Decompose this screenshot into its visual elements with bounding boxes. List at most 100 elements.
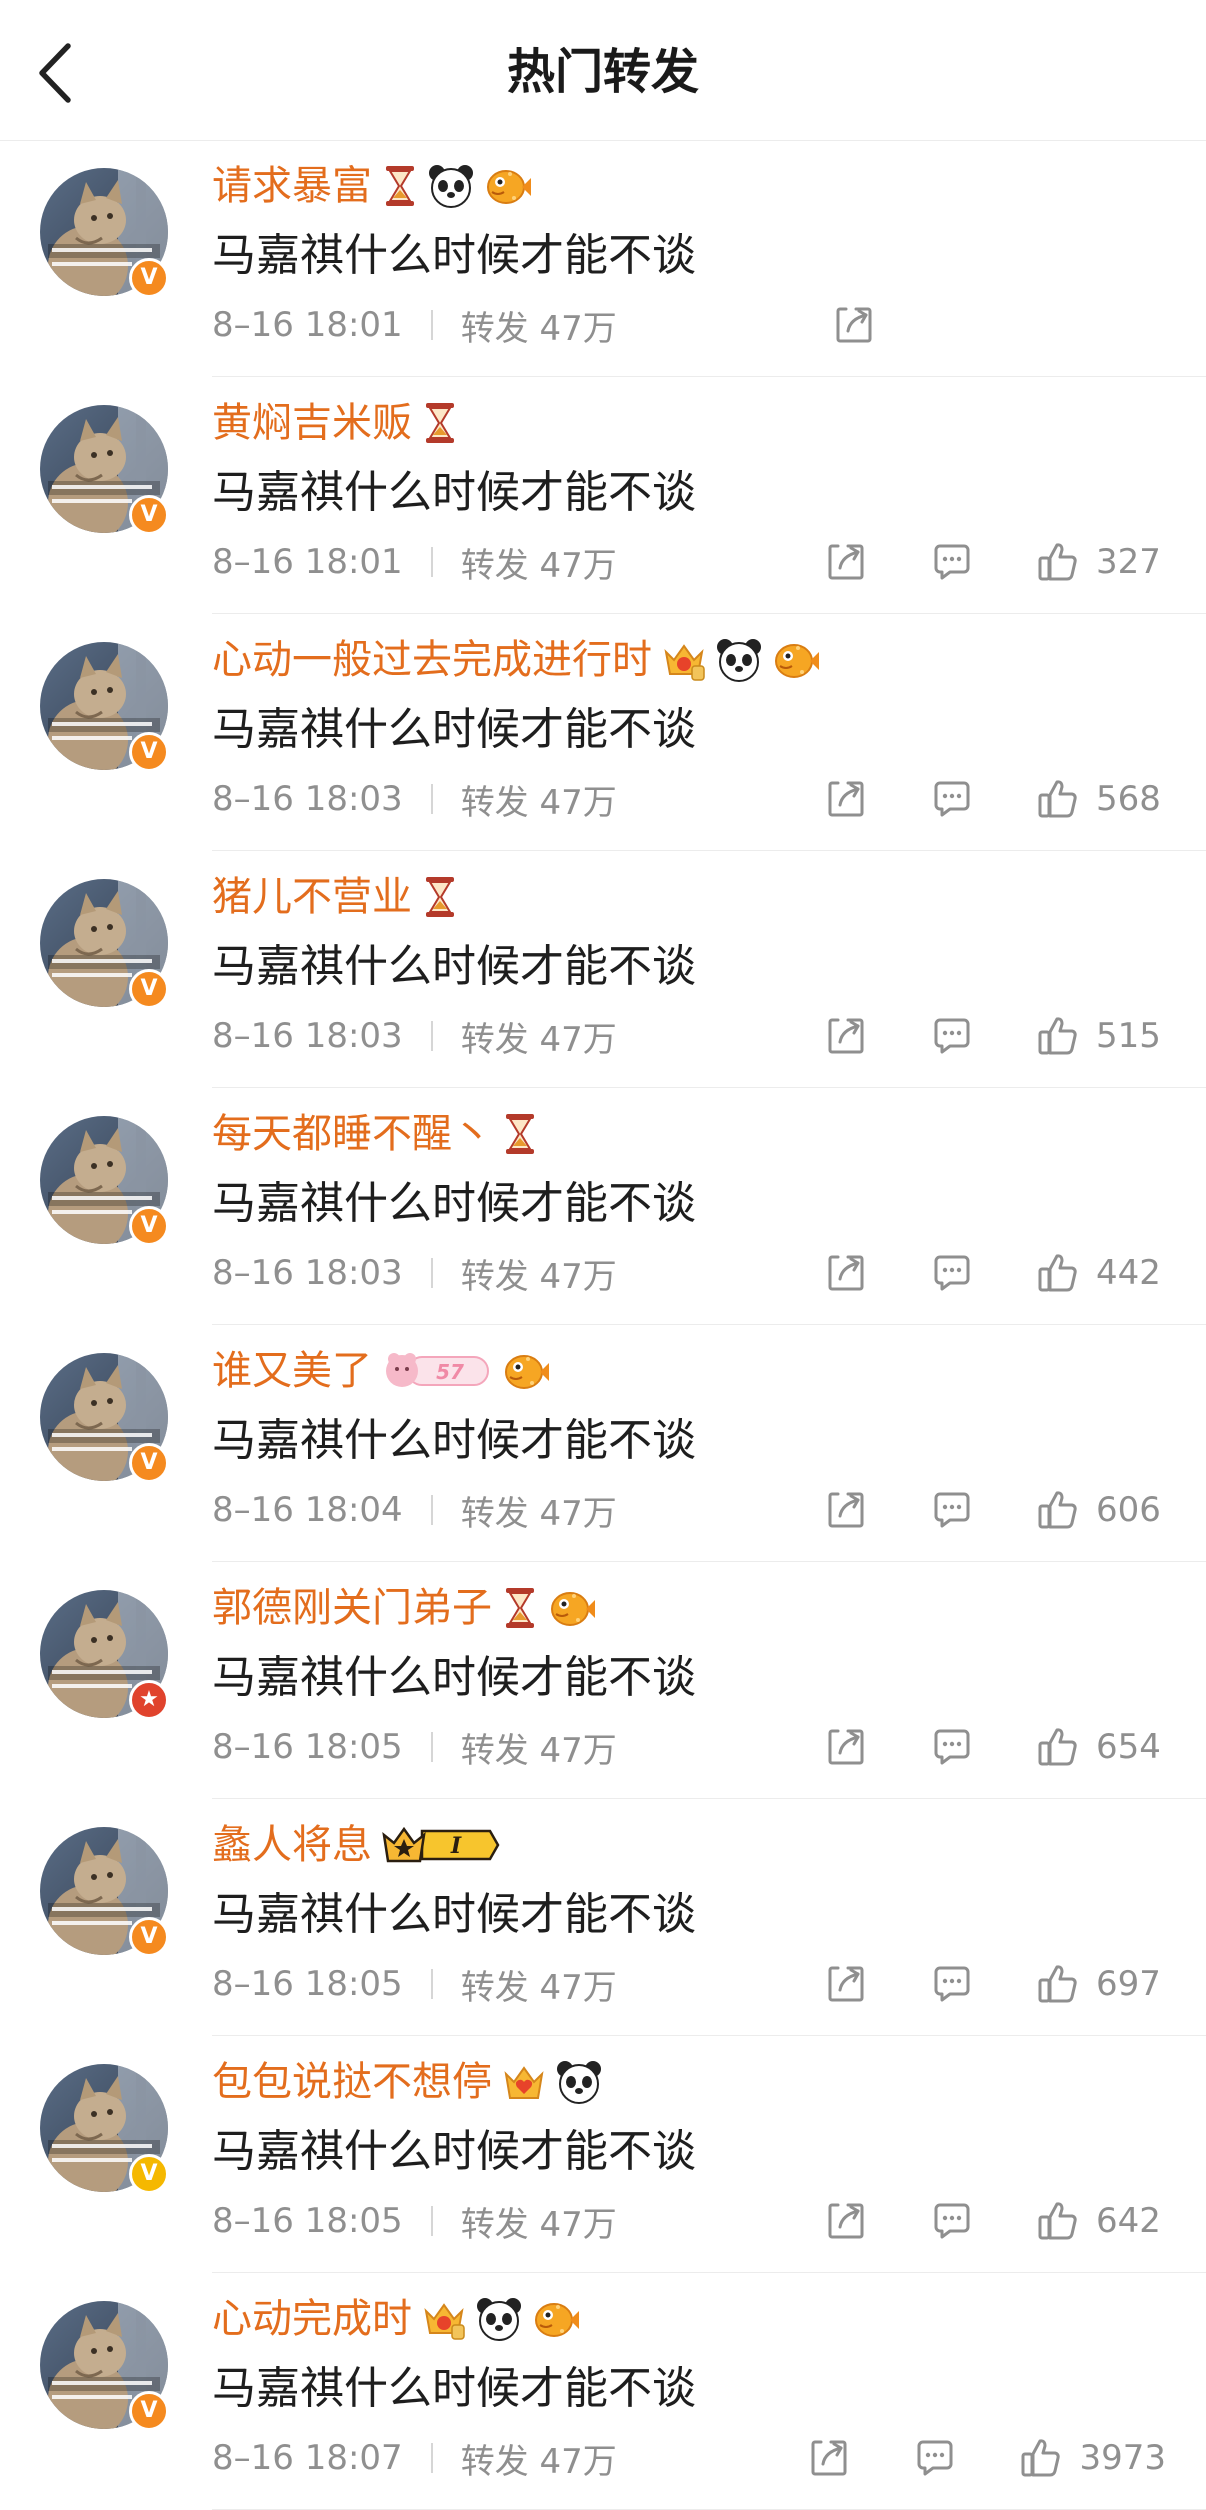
like-thumb-icon [1038, 2202, 1077, 2240]
share-icon [828, 1966, 864, 2002]
member-star-badge-icon: ★ [129, 1680, 169, 1720]
repost-item[interactable]: V 谁又美了 57 马嘉祺什么时候才能不谈 8–16 18:04 转发 47万 … [0, 1325, 1206, 1562]
repost-count: 转发 47万 [460, 545, 617, 586]
pufferfish-icon [548, 1584, 596, 1632]
verified-badge-icon: V [129, 969, 169, 1009]
like-icon-wrap [1034, 2197, 1082, 2245]
comment-button[interactable] [928, 1960, 976, 2008]
repost-item[interactable]: V 猪儿不营业 马嘉祺什么时候才能不谈 8–16 18:03 转发 47万 51… [0, 851, 1206, 1088]
repost-meta: 8–16 18:03 转发 47万 [212, 774, 617, 824]
like-button[interactable]: 697 [1034, 1960, 1166, 2008]
hourglass-icon [422, 399, 458, 447]
share-button[interactable] [822, 538, 870, 586]
like-icon-wrap [1017, 2434, 1065, 2482]
username[interactable]: 包包说挞不想停 [212, 2052, 492, 2112]
username[interactable]: 每天都睡不醒丶 [212, 1104, 492, 1164]
crown-level-icon [422, 2295, 466, 2343]
avatar[interactable]: V [40, 405, 169, 535]
share-button[interactable] [805, 2434, 853, 2482]
repost-item[interactable]: ★ 郭德刚关门弟子 马嘉祺什么时候才能不谈 8–16 18:05 转发 47万 … [0, 1562, 1206, 1799]
repost-item[interactable]: V 每天都睡不醒丶 马嘉祺什么时候才能不谈 8–16 18:03 转发 47万 [0, 1088, 1206, 1325]
share-button[interactable] [822, 2197, 870, 2245]
action-bar: 568 [822, 772, 1166, 826]
share-button[interactable] [822, 1960, 870, 2008]
like-button[interactable]: 568 [1034, 775, 1166, 823]
avatar[interactable]: V [40, 2064, 169, 2194]
like-icon-wrap [1034, 538, 1082, 586]
timestamp: 8–16 18:01 [212, 542, 403, 582]
like-button[interactable]: 327 [1034, 538, 1166, 586]
pufferfish-icon [772, 636, 820, 684]
like-icon-wrap [1034, 775, 1082, 823]
avatar[interactable]: V [40, 1116, 169, 1246]
share-button[interactable] [822, 1723, 870, 1771]
username[interactable]: 猪儿不营业 [212, 867, 412, 927]
repost-meta: 8–16 18:05 转发 47万 [212, 1959, 617, 2009]
username[interactable]: 郭德刚关门弟子 [212, 1578, 492, 1638]
like-button[interactable]: 606 [1034, 1486, 1166, 1534]
username[interactable]: 黄焖吉米贩 [212, 393, 412, 453]
panda-icon [716, 636, 762, 684]
comment-icon [934, 781, 970, 817]
svg-text:57: 57 [436, 1360, 464, 1384]
like-button[interactable]: 442 [1034, 1249, 1166, 1297]
repost-text: 马嘉祺什么时候才能不谈 [212, 2363, 696, 2414]
like-button[interactable]: 515 [1034, 1012, 1166, 1060]
share-icon [828, 544, 864, 580]
username[interactable]: 请求暴富 [212, 156, 372, 216]
share-button[interactable] [822, 1486, 870, 1534]
action-bar: 3973 [805, 2431, 1166, 2485]
repost-item[interactable]: V 心动完成时 马嘉祺什么时候才能不谈 8–16 18:07 转发 47万 39… [0, 2273, 1206, 2510]
repost-text: 马嘉祺什么时候才能不谈 [212, 1415, 696, 1466]
username[interactable]: 心动一般过去完成进行时 [212, 630, 652, 690]
avatar[interactable]: V [40, 1353, 169, 1483]
share-icon [811, 2440, 847, 2476]
repost-item[interactable]: V 蠡人将息 I 马嘉祺什么时候才能不谈 8–16 18:05 转发 47万 6… [0, 1799, 1206, 2036]
comment-button[interactable] [928, 775, 976, 823]
like-button[interactable]: 654 [1034, 1723, 1166, 1771]
like-count: 327 [1096, 542, 1161, 582]
share-button[interactable] [822, 775, 870, 823]
like-count: 3973 [1079, 2438, 1166, 2478]
avatar[interactable]: V [40, 2301, 169, 2431]
meta-divider [430, 2443, 433, 2473]
hourglass-icon [422, 873, 458, 921]
repost-count: 转发 47万 [460, 1730, 617, 1771]
repost-item[interactable]: V 请求暴富 马嘉祺什么时候才能不谈 8–16 18:01 转发 47万 [0, 140, 1206, 377]
top-nav-bar: 热门转发 [0, 0, 1206, 141]
comment-button[interactable] [928, 1249, 976, 1297]
like-thumb-icon [1038, 1017, 1077, 1055]
repost-item[interactable]: V 包包说挞不想停 马嘉祺什么时候才能不谈 8–16 18:05 转发 47万 [0, 2036, 1206, 2273]
avatar[interactable]: V [40, 642, 169, 772]
timestamp: 8–16 18:05 [212, 2201, 403, 2241]
comment-button[interactable] [928, 538, 976, 586]
repost-count: 转发 47万 [460, 782, 617, 823]
comment-button[interactable] [928, 1012, 976, 1060]
comment-button[interactable] [911, 2434, 959, 2482]
share-button[interactable] [822, 1249, 870, 1297]
comment-button[interactable] [928, 1486, 976, 1534]
like-button[interactable]: 642 [1034, 2197, 1166, 2245]
avatar[interactable]: V [40, 168, 169, 298]
comment-icon [934, 2203, 970, 2239]
avatar[interactable]: V [40, 1827, 169, 1957]
comment-button[interactable] [928, 2197, 976, 2245]
like-button[interactable]: 3973 [1017, 2434, 1166, 2482]
avatar[interactable]: V [40, 879, 169, 1009]
repost-item[interactable]: V 心动一般过去完成进行时 马嘉祺什么时候才能不谈 8–16 18:03 转发 … [0, 614, 1206, 851]
avatar[interactable]: ★ [40, 1590, 169, 1720]
timestamp: 8–16 18:05 [212, 1727, 403, 1767]
action-bar: 697 [822, 1957, 1166, 2011]
username[interactable]: 谁又美了 [212, 1341, 372, 1401]
verified-badge-icon: V [129, 1917, 169, 1957]
like-count: 642 [1096, 2201, 1161, 2241]
like-icon-wrap [1034, 1486, 1082, 1534]
username[interactable]: 蠡人将息 [212, 1815, 372, 1875]
repost-count: 转发 47万 [460, 2204, 617, 2245]
comment-button[interactable] [928, 1723, 976, 1771]
username[interactable]: 心动完成时 [212, 2289, 412, 2349]
repost-item[interactable]: V 黄焖吉米贩 马嘉祺什么时候才能不谈 8–16 18:01 转发 47万 32… [0, 377, 1206, 614]
share-button[interactable] [830, 301, 878, 349]
username-row: 心动一般过去完成进行时 [212, 630, 820, 690]
share-button[interactable] [822, 1012, 870, 1060]
